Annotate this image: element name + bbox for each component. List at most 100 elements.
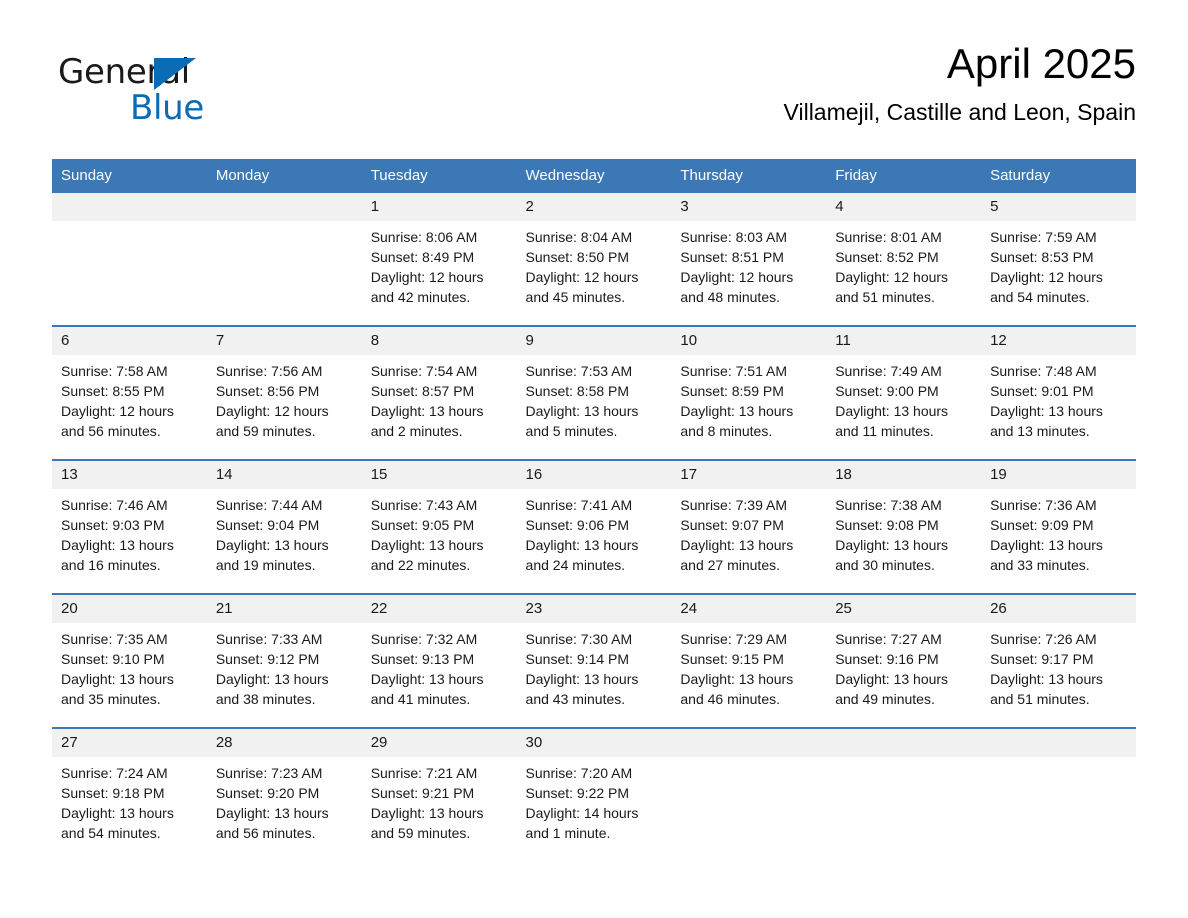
day-number[interactable]: 26 xyxy=(981,593,1136,623)
day-number[interactable]: 13 xyxy=(52,459,207,489)
daylight-text-line1: Daylight: 13 hours xyxy=(370,403,484,419)
day-number[interactable]: 27 xyxy=(52,727,207,757)
day-number[interactable]: 15 xyxy=(361,459,517,489)
day-cell[interactable]: Sunrise: 7:38 AM Sunset: 9:08 PM Daylight:… xyxy=(826,489,982,594)
day-cell[interactable]: Sunrise: 7:23 AM Sunset: 9:20 PM Daylight:… xyxy=(206,757,362,861)
sunset-text: Sunset: 9:21 PM xyxy=(370,785,475,801)
sunrise-text: Sunrise: 7:35 AM xyxy=(61,631,168,647)
sunset-text: Sunset: 9:03 PM xyxy=(61,517,165,533)
day-number[interactable]: 3 xyxy=(671,193,827,221)
day-number[interactable]: 22 xyxy=(361,593,517,623)
day-number[interactable]: 30 xyxy=(516,727,672,757)
day-cell[interactable]: Sunrise: 7:54 AM Sunset: 8:57 PM Daylight:… xyxy=(361,355,517,460)
sunrise-text: Sunrise: 7:20 AM xyxy=(525,765,633,781)
day-number[interactable]: 18 xyxy=(826,459,982,489)
day-cell[interactable]: Sunrise: 7:32 AM Sunset: 9:13 PM Daylight:… xyxy=(361,623,517,728)
day-cell[interactable]: Sunrise: 7:46 AM Sunset: 9:03 PM Daylight:… xyxy=(52,489,207,594)
day-cell[interactable]: Sunrise: 7:48 AM Sunset: 9:01 PM Daylight:… xyxy=(981,355,1136,460)
daylight-text-line2: and 38 minutes. xyxy=(215,691,316,707)
sunset-text: Sunset: 8:58 PM xyxy=(525,383,630,399)
day-number[interactable]: 24 xyxy=(671,593,827,623)
daylight-text-line1: Daylight: 13 hours xyxy=(525,671,639,687)
sunset-text: Sunset: 9:06 PM xyxy=(525,517,630,533)
general-blue-logo[interactable]: General Blue xyxy=(58,52,258,134)
daylight-text-line1: Daylight: 13 hours xyxy=(525,537,639,553)
day-number[interactable]: 11 xyxy=(826,325,982,355)
day-number[interactable]: 17 xyxy=(671,459,827,489)
day-number[interactable]: 8 xyxy=(361,325,517,355)
sunset-text: Sunset: 8:55 PM xyxy=(61,383,165,399)
sunset-text: Sunset: 9:10 PM xyxy=(61,651,165,667)
sunrise-text: Sunrise: 7:46 AM xyxy=(61,497,168,513)
day-number[interactable]: 28 xyxy=(206,727,362,757)
day-cell[interactable]: Sunrise: 7:26 AM Sunset: 9:17 PM Daylight:… xyxy=(981,623,1136,728)
day-cell[interactable]: Sunrise: 7:39 AM Sunset: 9:07 PM Daylight:… xyxy=(671,489,827,594)
day-cell[interactable]: Sunrise: 7:44 AM Sunset: 9:04 PM Daylight:… xyxy=(206,489,362,594)
sunset-text: Sunset: 9:09 PM xyxy=(990,517,1094,533)
daylight-text-line2: and 33 minutes. xyxy=(990,557,1090,573)
day-cell[interactable]: Sunrise: 7:53 AM Sunset: 8:58 PM Daylight:… xyxy=(516,355,672,460)
day-cell[interactable]: Sunrise: 8:06 AM Sunset: 8:49 PM Daylight:… xyxy=(361,221,517,326)
sunrise-text: Sunrise: 7:43 AM xyxy=(370,497,478,513)
week-detail-row: Sunrise: 7:24 AM Sunset: 9:18 PM Daylight:… xyxy=(52,757,1136,861)
day-number[interactable]: 10 xyxy=(671,325,827,355)
day-cell[interactable]: Sunrise: 7:33 AM Sunset: 9:12 PM Daylight:… xyxy=(206,623,362,728)
daylight-text-line2: and 49 minutes. xyxy=(835,691,935,707)
day-number[interactable]: 20 xyxy=(52,593,207,623)
daylight-text-line1: Daylight: 13 hours xyxy=(835,537,949,553)
day-cell[interactable]: Sunrise: 7:41 AM Sunset: 9:06 PM Daylight:… xyxy=(516,489,672,594)
sunset-text: Sunset: 8:51 PM xyxy=(680,249,784,265)
daylight-text-line1: Daylight: 13 hours xyxy=(990,537,1103,553)
daylight-text-line2: and 11 minutes. xyxy=(835,423,934,439)
day-cell[interactable]: Sunrise: 7:21 AM Sunset: 9:21 PM Daylight:… xyxy=(361,757,517,861)
daylight-text-line1: Daylight: 13 hours xyxy=(370,805,484,821)
daylight-text-line1: Daylight: 12 hours xyxy=(61,403,174,419)
daylight-text-line1: Daylight: 13 hours xyxy=(61,537,174,553)
daylight-text-line2: and 51 minutes. xyxy=(835,289,935,305)
day-cell[interactable]: Sunrise: 7:51 AM Sunset: 8:59 PM Daylight:… xyxy=(671,355,827,460)
day-number[interactable]: 25 xyxy=(826,593,982,623)
day-cell[interactable]: Sunrise: 7:29 AM Sunset: 9:15 PM Daylight:… xyxy=(671,623,827,728)
day-cell[interactable]: Sunrise: 7:30 AM Sunset: 9:14 PM Daylight:… xyxy=(516,623,672,728)
weekday-header-sunday: Sunday xyxy=(52,159,207,193)
sunrise-text: Sunrise: 7:58 AM xyxy=(61,363,168,379)
day-number[interactable]: 7 xyxy=(206,325,362,355)
day-cell[interactable]: Sunrise: 7:36 AM Sunset: 9:09 PM Daylight:… xyxy=(981,489,1136,594)
day-number[interactable]: 19 xyxy=(981,459,1136,489)
day-cell[interactable]: Sunrise: 7:59 AM Sunset: 8:53 PM Daylight:… xyxy=(981,221,1136,326)
day-cell[interactable]: Sunrise: 7:20 AM Sunset: 9:22 PM Daylight:… xyxy=(516,757,672,861)
day-cell[interactable]: Sunrise: 8:01 AM Sunset: 8:52 PM Daylight:… xyxy=(826,221,982,326)
day-number[interactable]: 2 xyxy=(516,193,672,221)
day-cell[interactable]: Sunrise: 7:58 AM Sunset: 8:55 PM Daylight:… xyxy=(52,355,207,460)
day-number[interactable]: 1 xyxy=(361,193,517,221)
day-cell[interactable]: Sunrise: 7:56 AM Sunset: 8:56 PM Daylight:… xyxy=(206,355,362,460)
day-cell[interactable]: Sunrise: 7:35 AM Sunset: 9:10 PM Daylight:… xyxy=(52,623,207,728)
day-number[interactable]: 5 xyxy=(981,193,1136,221)
day-number[interactable]: 4 xyxy=(826,193,982,221)
sunset-text: Sunset: 9:14 PM xyxy=(525,651,630,667)
day-number[interactable]: 14 xyxy=(206,459,362,489)
day-number[interactable]: 9 xyxy=(516,325,672,355)
day-cell[interactable]: Sunrise: 7:43 AM Sunset: 9:05 PM Daylight:… xyxy=(361,489,517,594)
daylight-text-line2: and 54 minutes. xyxy=(990,289,1090,305)
day-number[interactable]: 21 xyxy=(206,593,362,623)
sunrise-text: Sunrise: 8:03 AM xyxy=(680,229,787,245)
day-number[interactable]: 16 xyxy=(516,459,672,489)
day-number[interactable]: 12 xyxy=(981,325,1136,355)
day-cell[interactable]: Sunrise: 7:27 AM Sunset: 9:16 PM Daylight:… xyxy=(826,623,982,728)
day-number[interactable]: 23 xyxy=(516,593,672,623)
day-cell-empty xyxy=(671,757,827,861)
daylight-text-line1: Daylight: 13 hours xyxy=(525,403,639,419)
daylight-text-line1: Daylight: 13 hours xyxy=(215,805,329,821)
day-number[interactable]: 6 xyxy=(52,325,207,355)
daylight-text-line1: Daylight: 12 hours xyxy=(215,403,329,419)
day-cell[interactable]: Sunrise: 8:03 AM Sunset: 8:51 PM Daylight:… xyxy=(671,221,827,326)
day-cell[interactable]: Sunrise: 7:49 AM Sunset: 9:00 PM Daylight:… xyxy=(826,355,982,460)
sunrise-text: Sunrise: 7:49 AM xyxy=(835,363,942,379)
sunrise-text: Sunrise: 7:27 AM xyxy=(835,631,942,647)
day-cell[interactable]: Sunrise: 8:04 AM Sunset: 8:50 PM Daylight:… xyxy=(516,221,672,326)
daylight-text-line2: and 42 minutes. xyxy=(370,289,471,305)
week-detail-row: Sunrise: 7:46 AM Sunset: 9:03 PM Daylight:… xyxy=(52,489,1136,594)
day-cell[interactable]: Sunrise: 7:24 AM Sunset: 9:18 PM Daylight:… xyxy=(52,757,207,861)
day-number[interactable]: 29 xyxy=(361,727,517,757)
